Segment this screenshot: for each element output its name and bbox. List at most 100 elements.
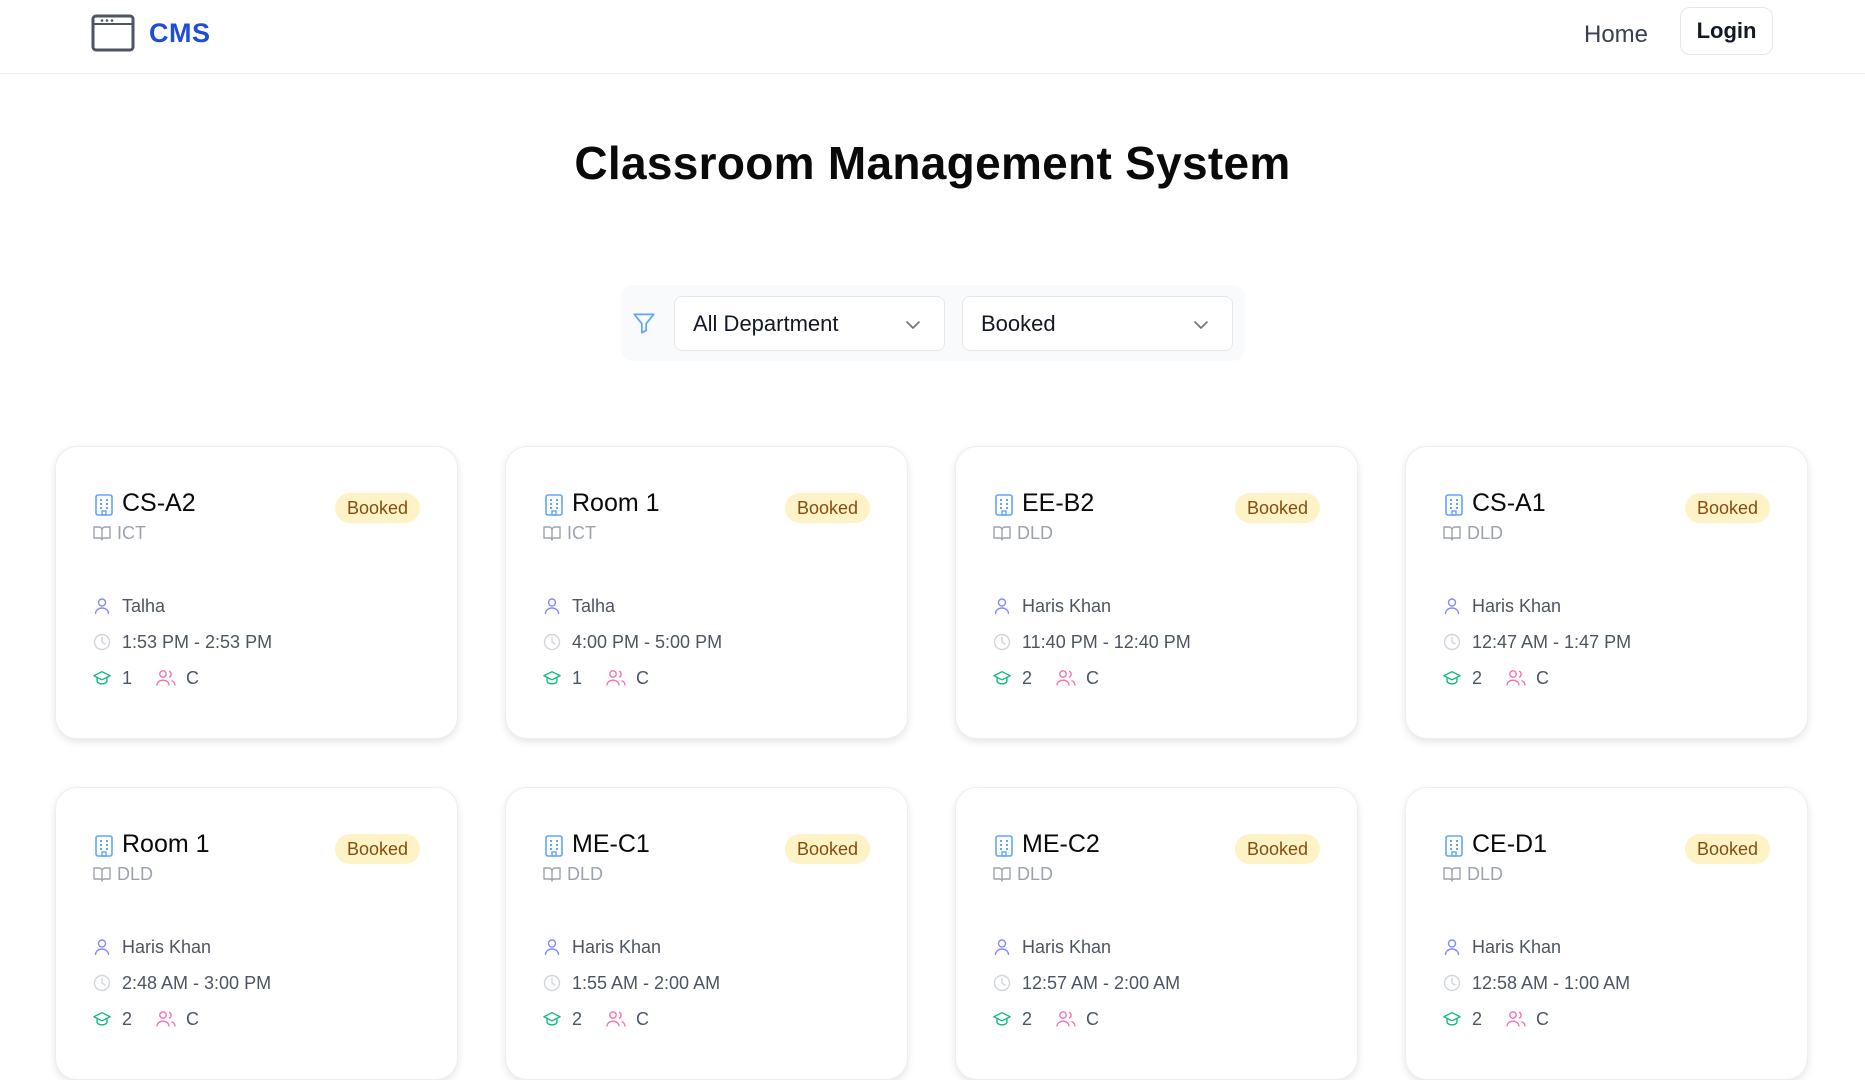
graduation-cap-icon xyxy=(543,1012,561,1026)
status-select[interactable]: Booked xyxy=(962,296,1233,351)
filter-bar: All Department Booked xyxy=(621,285,1245,361)
teacher-name: Haris Khan xyxy=(572,937,662,957)
user-icon xyxy=(94,598,110,615)
room-name: EE-B2 xyxy=(1022,489,1095,517)
semester-value: 1 xyxy=(572,668,583,688)
time-slot: 12:57 AM - 2:00 AM xyxy=(1022,973,1181,993)
department-label: ICT xyxy=(117,523,146,543)
building-icon xyxy=(95,835,113,857)
time-slot: 11:40 PM - 12:40 PM xyxy=(1022,632,1191,652)
room-name: CS-A1 xyxy=(1472,489,1546,517)
room-name: CE-D1 xyxy=(1472,830,1548,858)
book-open-icon xyxy=(543,526,561,541)
semester-value: 2 xyxy=(1472,668,1483,688)
department-label: DLD xyxy=(1467,864,1504,884)
semester-value: 2 xyxy=(572,1009,583,1029)
building-icon xyxy=(545,494,563,516)
window-icon xyxy=(91,14,135,52)
book-open-icon xyxy=(993,526,1011,541)
clock-icon xyxy=(543,974,561,992)
building-icon xyxy=(545,835,563,857)
room-card[interactable]: Room 1 Booked ICT Talha 4:00 PM - 5:00 P… xyxy=(505,446,908,739)
teacher-name: Talha xyxy=(122,596,166,616)
graduation-cap-icon xyxy=(543,671,561,685)
user-icon xyxy=(1444,598,1460,615)
building-icon xyxy=(95,494,113,516)
time-slot: 4:00 PM - 5:00 PM xyxy=(572,632,723,652)
time-slot: 12:47 AM - 1:47 PM xyxy=(1472,632,1632,652)
semester-value: 2 xyxy=(1022,668,1033,688)
status-badge: Booked xyxy=(784,834,870,864)
department-label: DLD xyxy=(567,864,604,884)
user-icon xyxy=(544,939,560,956)
section-value: C xyxy=(636,1009,649,1029)
clock-icon xyxy=(1443,974,1461,992)
room-card[interactable]: ME-C1 Booked DLD Haris Khan 1:55 AM - 2:… xyxy=(505,787,908,1080)
room-name: CS-A2 xyxy=(122,489,196,517)
graduation-cap-icon xyxy=(93,671,111,685)
section-value: C xyxy=(1536,1009,1549,1029)
book-open-icon xyxy=(93,526,111,541)
book-open-icon xyxy=(93,867,111,882)
time-slot: 12:58 AM - 1:00 AM xyxy=(1472,973,1631,993)
book-open-icon xyxy=(1443,867,1461,882)
department-label: ICT xyxy=(567,523,596,543)
login-button[interactable]: Login xyxy=(1680,7,1773,55)
book-open-icon xyxy=(993,867,1011,882)
users-icon xyxy=(606,1011,626,1027)
brand-logo[interactable]: CMS xyxy=(91,13,211,53)
graduation-cap-icon xyxy=(993,671,1011,685)
status-badge: Booked xyxy=(334,493,420,523)
users-icon xyxy=(1056,670,1076,686)
semester-value: 1 xyxy=(122,668,133,688)
room-card[interactable]: Room 1 Booked DLD Haris Khan 2:48 AM - 3… xyxy=(55,787,458,1080)
room-name: Room 1 xyxy=(122,830,210,858)
semester-value: 2 xyxy=(122,1009,133,1029)
status-badge: Booked xyxy=(1684,493,1770,523)
room-card[interactable]: CS-A2 Booked ICT Talha 1:53 PM - 2:53 PM… xyxy=(55,446,458,739)
room-card[interactable]: CS-A1 Booked DLD Haris Khan 12:47 AM - 1… xyxy=(1405,446,1808,739)
section-value: C xyxy=(186,1009,199,1029)
department-select[interactable]: All Department xyxy=(674,296,945,351)
room-card[interactable]: EE-B2 Booked DLD Haris Khan 11:40 PM - 1… xyxy=(955,446,1358,739)
graduation-cap-icon xyxy=(1443,671,1461,685)
department-label: DLD xyxy=(1017,523,1054,543)
section-value: C xyxy=(186,668,199,688)
status-badge: Booked xyxy=(334,834,420,864)
teacher-name: Haris Khan xyxy=(1472,937,1562,957)
building-icon xyxy=(1445,494,1463,516)
section-value: C xyxy=(1086,668,1099,688)
department-label: DLD xyxy=(117,864,154,884)
room-card[interactable]: CE-D1 Booked DLD Haris Khan 12:58 AM - 1… xyxy=(1405,787,1808,1080)
nav-home-link[interactable]: Home xyxy=(1584,16,1648,54)
teacher-name: Haris Khan xyxy=(1472,596,1562,616)
graduation-cap-icon xyxy=(1443,1012,1461,1026)
status-badge: Booked xyxy=(1234,834,1320,864)
semester-value: 2 xyxy=(1022,1009,1033,1029)
clock-icon xyxy=(93,633,111,651)
section-value: C xyxy=(1086,1009,1099,1029)
page-title: Classroom Management System xyxy=(574,137,1291,189)
clock-icon xyxy=(993,974,1011,992)
building-icon xyxy=(995,835,1013,857)
book-open-icon xyxy=(1443,526,1461,541)
top-navbar: CMS Home Login xyxy=(0,0,1865,74)
filter-icon xyxy=(633,313,655,334)
user-icon xyxy=(994,939,1010,956)
clock-icon xyxy=(993,633,1011,651)
user-icon xyxy=(544,598,560,615)
room-card[interactable]: ME-C2 Booked DLD Haris Khan 12:57 AM - 2… xyxy=(955,787,1358,1080)
time-slot: 2:48 AM - 3:00 PM xyxy=(122,973,272,993)
users-icon xyxy=(156,670,176,686)
users-icon xyxy=(1506,1011,1526,1027)
section-value: C xyxy=(636,668,649,688)
teacher-name: Haris Khan xyxy=(1022,596,1112,616)
brand-name: CMS xyxy=(149,17,211,48)
room-name: ME-C2 xyxy=(1022,830,1100,858)
building-icon xyxy=(1445,835,1463,857)
status-badge: Booked xyxy=(784,493,870,523)
status-badge: Booked xyxy=(1234,493,1320,523)
book-open-icon xyxy=(543,867,561,882)
teacher-name: Haris Khan xyxy=(122,937,212,957)
teacher-name: Talha xyxy=(572,596,616,616)
